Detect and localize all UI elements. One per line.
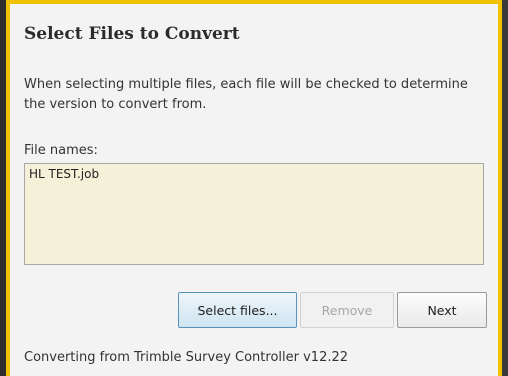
dialog-title: Select Files to Convert: [24, 24, 240, 44]
window-frame-right: [502, 0, 508, 376]
conversion-status-text: Converting from Trimble Survey Controlle…: [24, 350, 349, 365]
file-names-textbox[interactable]: HL TEST.job: [24, 163, 484, 265]
select-files-button[interactable]: Select files...: [178, 292, 297, 328]
dialog-description: When selecting multiple files, each file…: [24, 77, 468, 112]
remove-button[interactable]: Remove: [300, 292, 394, 328]
file-names-label: File names:: [24, 143, 98, 158]
next-button[interactable]: Next: [397, 292, 487, 328]
convert-dialog-panel: Select Files to Convert When selecting m…: [6, 0, 502, 376]
